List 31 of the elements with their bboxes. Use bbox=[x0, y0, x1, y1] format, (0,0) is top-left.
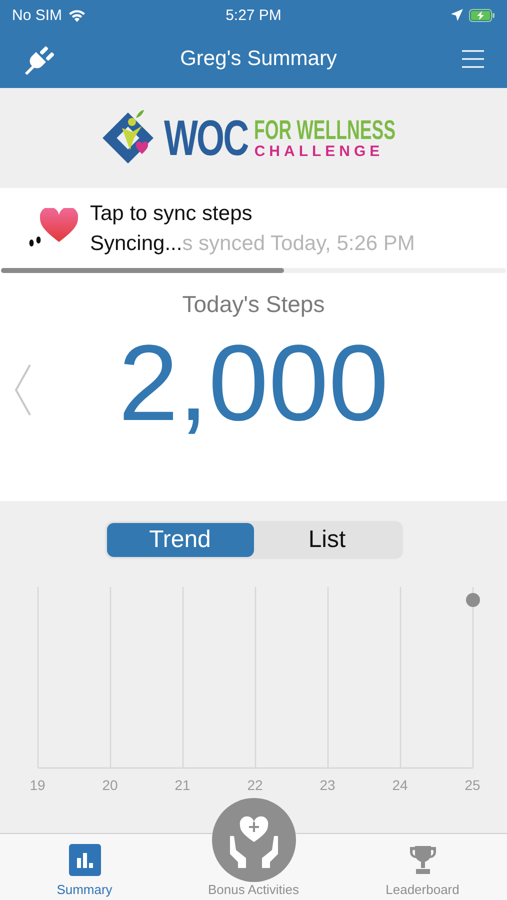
data-point bbox=[466, 593, 480, 607]
location-arrow-icon bbox=[451, 9, 463, 21]
sync-status: Syncing... bbox=[90, 232, 182, 256]
logo-wordmark: WOC bbox=[164, 109, 248, 167]
sync-prompt: Tap to sync steps bbox=[90, 202, 254, 226]
last-sync-text: s synced Today, 5:26 PM bbox=[182, 232, 415, 256]
day-label: 25 bbox=[464, 777, 482, 793]
footprints-icon bbox=[28, 236, 42, 248]
toggle-tab[interactable]: List bbox=[254, 523, 400, 557]
day-label: 24 bbox=[391, 777, 409, 793]
day-label: 20 bbox=[101, 777, 119, 793]
clock-time: 5:27 PM bbox=[224, 6, 282, 24]
day-label: 19 bbox=[28, 777, 46, 793]
toggle-tab[interactable]: Trend bbox=[106, 523, 254, 557]
day-label: 22 bbox=[246, 777, 264, 793]
wifi-icon bbox=[68, 8, 86, 22]
steps-heading: Today's Steps bbox=[182, 291, 325, 318]
step-count: 2,000 bbox=[118, 321, 389, 445]
logo-tagline: FOR WELLNESS bbox=[254, 117, 396, 144]
tab-item[interactable]: Bonus Activities bbox=[169, 792, 338, 900]
day-label: 21 bbox=[174, 777, 192, 793]
tab-item[interactable]: Leaderboard bbox=[338, 834, 507, 900]
logo-subtitle: CHALLENGE bbox=[254, 144, 385, 159]
battery-icon bbox=[469, 8, 495, 22]
bar-chart-icon bbox=[68, 844, 100, 876]
menu-icon[interactable] bbox=[461, 49, 485, 69]
day-label: 23 bbox=[318, 777, 336, 793]
screen-title: Greg's Summary bbox=[180, 47, 337, 71]
tab-item[interactable]: Summary bbox=[0, 834, 169, 900]
carrier-label: No SIM bbox=[12, 6, 62, 24]
heart-icon bbox=[40, 208, 78, 242]
